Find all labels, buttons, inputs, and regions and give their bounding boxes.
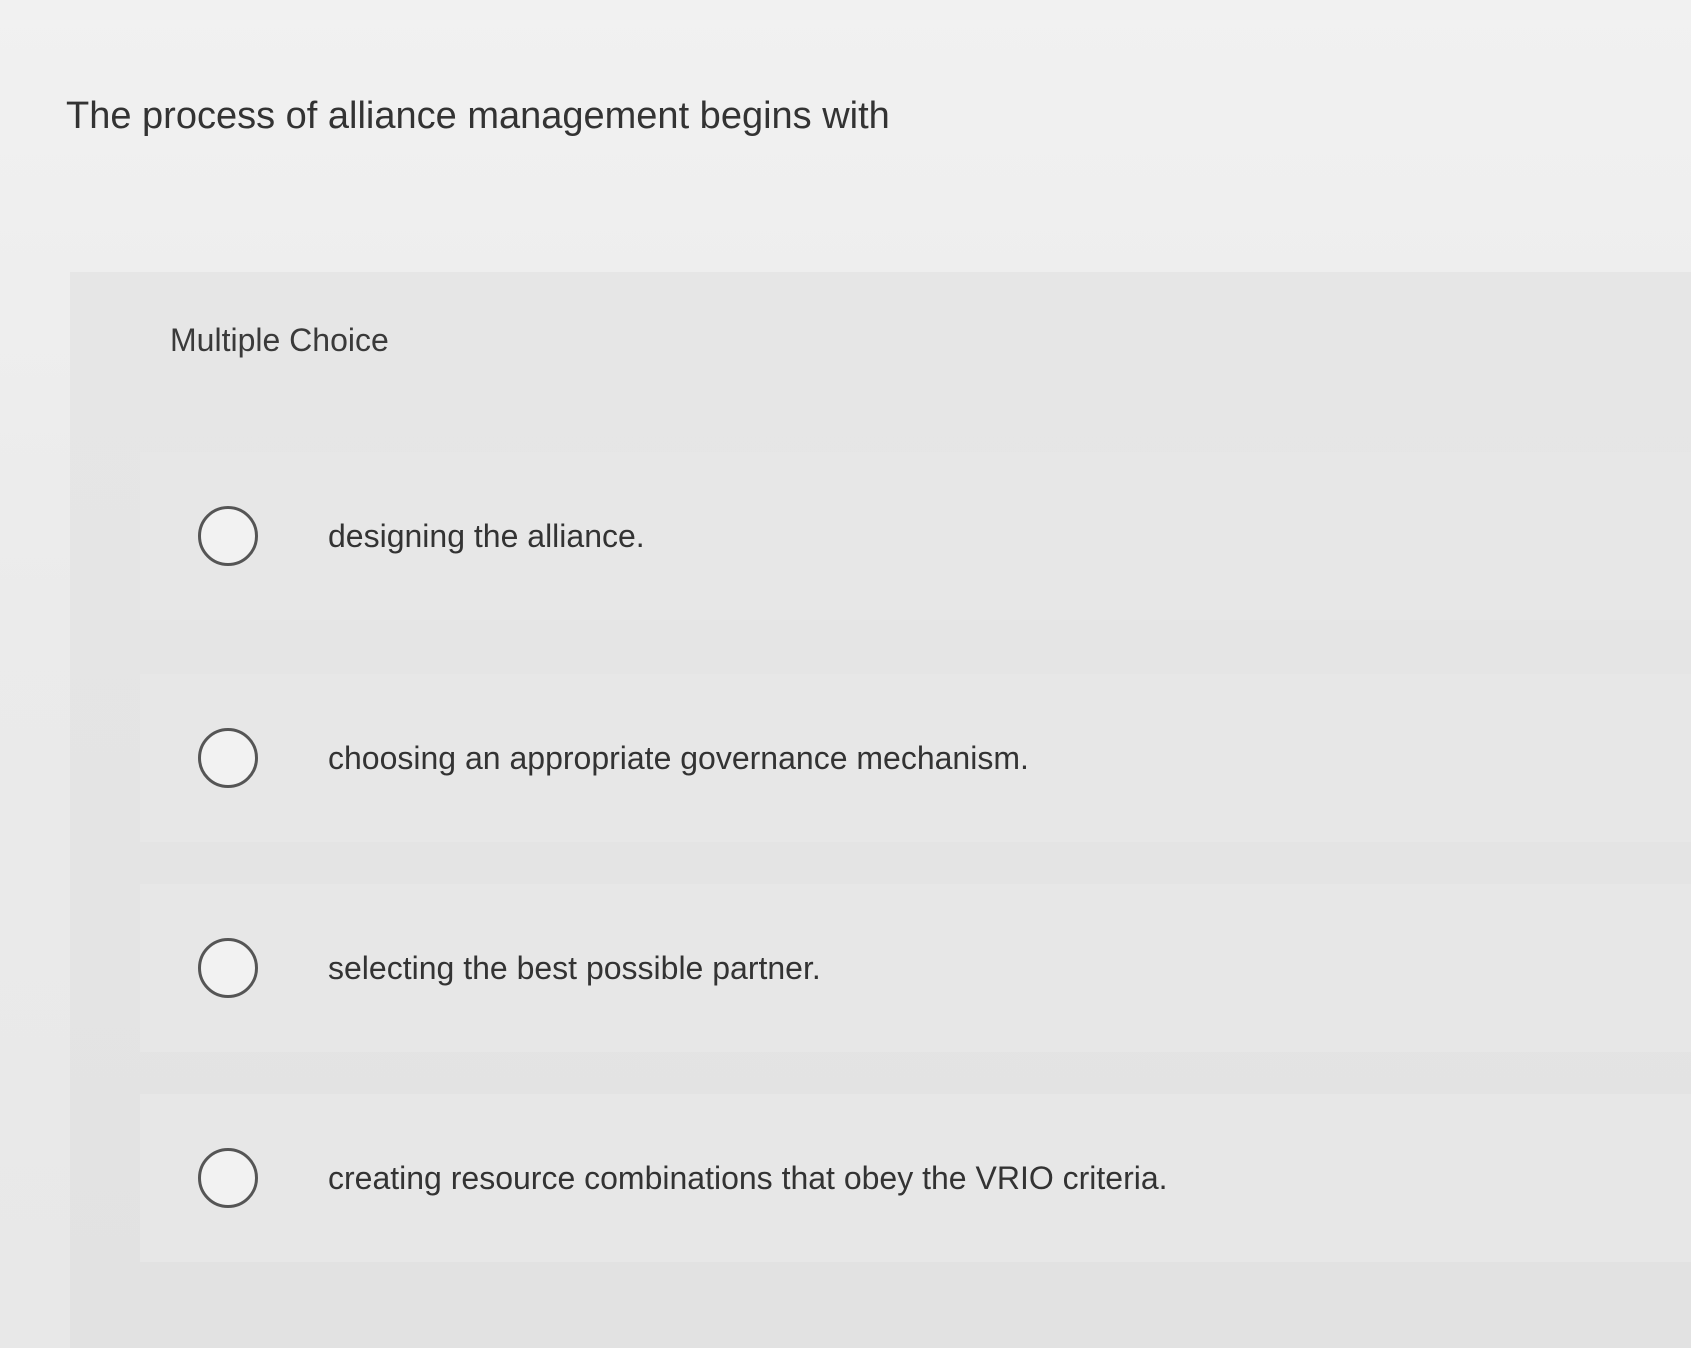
answer-option-label[interactable]: selecting the best possible partner. [328,948,821,988]
quiz-screen: The process of alliance management begin… [0,0,1691,1348]
answer-panel: Multiple Choice designing the alliance. … [70,272,1691,1348]
answer-option-label[interactable]: designing the alliance. [328,516,645,556]
question-type-label: Multiple Choice [170,322,389,358]
answer-option-4[interactable]: creating resource combinations that obey… [140,1094,1691,1262]
radio-button-icon[interactable] [198,1148,258,1208]
answer-option-3[interactable]: selecting the best possible partner. [140,884,1691,1052]
answer-option-1[interactable]: designing the alliance. [140,452,1691,620]
answer-option-label[interactable]: creating resource combinations that obey… [328,1158,1168,1198]
radio-button-icon[interactable] [198,728,258,788]
answer-option-label[interactable]: choosing an appropriate governance mecha… [328,738,1029,778]
radio-button-icon[interactable] [198,506,258,566]
radio-button-icon[interactable] [198,938,258,998]
answer-option-2[interactable]: choosing an appropriate governance mecha… [140,674,1691,842]
question-prompt: The process of alliance management begin… [66,95,890,137]
